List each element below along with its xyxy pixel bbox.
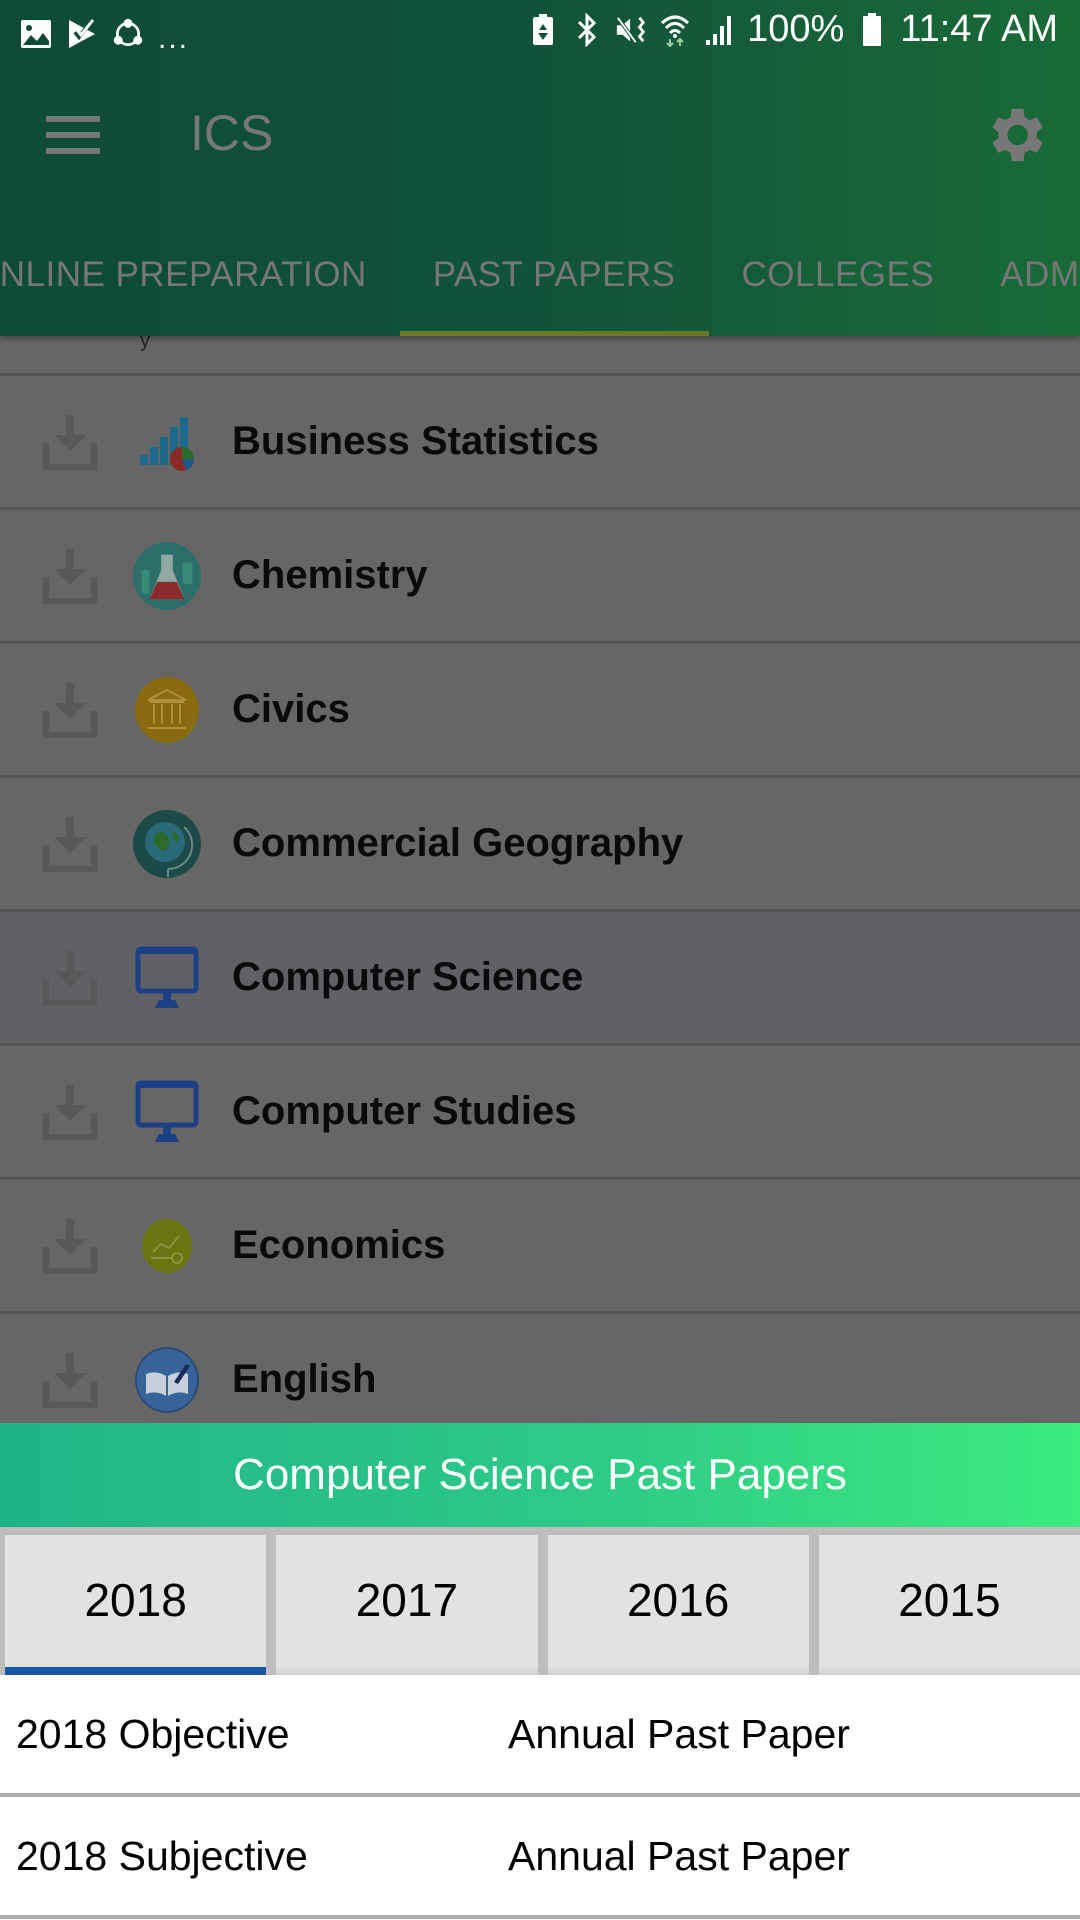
tab-label: PAST PAPERS: [432, 255, 676, 294]
status-bar: ... 100% 11:47 AM: [0, 0, 1080, 64]
sheet-title: Computer Science Past Papers: [0, 1423, 1080, 1527]
status-right-icons: 100% 11:47 AM: [527, 8, 1058, 51]
year-label: 2017: [355, 1574, 459, 1626]
list-item-economics[interactable]: Economics: [0, 1180, 1080, 1314]
list-item-computer-science[interactable]: Computer Science: [0, 912, 1080, 1046]
subject-label: English: [232, 1357, 377, 1401]
subject-label: Economics: [232, 1223, 446, 1267]
paper-row-objective[interactable]: 2018 Objective Annual Past Paper: [0, 1675, 1080, 1797]
status-left-icons: ...: [20, 12, 189, 56]
paper-name: 2018 Objective: [16, 1710, 290, 1757]
download-icon[interactable]: [42, 413, 98, 471]
download-icon[interactable]: [42, 1083, 98, 1141]
mute-vibrate-icon: [615, 12, 647, 48]
tab-label: ADMISSIONS: [1000, 255, 1080, 294]
download-icon[interactable]: [42, 681, 98, 739]
list-item-business-statistics[interactable]: Business Statistics: [0, 376, 1080, 510]
paper-name: 2018 Subjective: [16, 1832, 308, 1879]
year-tab-2018[interactable]: 2018: [5, 1535, 267, 1675]
paper-row-subjective[interactable]: 2018 Subjective Annual Past Paper: [0, 1797, 1080, 1919]
download-icon[interactable]: [42, 815, 98, 873]
subject-list[interactable]: y Business Statistics Chemistry Civics C…: [0, 330, 1080, 1448]
share-it-icon: [112, 16, 144, 52]
year-tab-2016[interactable]: 2016: [547, 1535, 810, 1675]
download-icon[interactable]: [42, 1351, 98, 1409]
download-icon[interactable]: [42, 949, 98, 1007]
globe-icon: [132, 809, 202, 879]
paper-type: Annual Past Paper: [508, 1832, 850, 1879]
download-icon[interactable]: [42, 1217, 98, 1275]
year-tab-2015[interactable]: 2015: [818, 1535, 1080, 1675]
bluetooth-icon: [571, 12, 603, 48]
economics-icon: [132, 1211, 202, 1281]
tab-colleges[interactable]: COLLEGES: [709, 214, 968, 336]
list-item-computer-studies[interactable]: Computer Studies: [0, 1046, 1080, 1180]
main-tabs: ONLINE PREPARATION PAST PAPERS COLLEGES …: [0, 214, 1080, 336]
battery-percent: 100%: [747, 8, 845, 50]
list-item-chemistry[interactable]: Chemistry: [0, 510, 1080, 644]
toolbar: ICS: [0, 64, 1080, 214]
tab-label: ONLINE PREPARATION: [0, 255, 367, 294]
monitor-icon: [132, 943, 202, 1013]
monitor-icon: [132, 1077, 202, 1147]
app-title: ICS: [190, 105, 274, 161]
subject-label: Computer Science: [232, 955, 584, 999]
year-tabs: 2018 2017 2016 2015: [0, 1527, 1080, 1675]
book-pen-icon: [132, 1345, 202, 1415]
gallery-icon: [20, 16, 52, 52]
more-notifications: ...: [158, 22, 190, 55]
wifi-icon: [659, 12, 691, 48]
government-building-icon: [132, 675, 202, 745]
subject-label: Commercial Geography: [232, 821, 684, 865]
bar-chart-icon: [132, 407, 202, 477]
clock: 11:47 AM: [900, 8, 1058, 50]
tab-label: COLLEGES: [741, 255, 935, 294]
subject-label: Chemistry: [232, 553, 428, 597]
year-label: 2016: [626, 1574, 730, 1626]
app-header: ... 100% 11:47 AM ICS ONLINE PREPARATION…: [0, 0, 1080, 336]
battery-saver-icon: [527, 12, 559, 48]
year-label: 2018: [84, 1574, 187, 1626]
subject-label: Civics: [232, 687, 350, 731]
tab-past-papers[interactable]: PAST PAPERS: [399, 214, 709, 336]
year-tab-2017[interactable]: 2017: [276, 1535, 538, 1675]
task-check-icon: [66, 16, 98, 52]
tab-online-preparation[interactable]: ONLINE PREPARATION: [0, 214, 400, 336]
list-item-commercial-geography[interactable]: Commercial Geography: [0, 778, 1080, 912]
year-label: 2015: [898, 1574, 1001, 1626]
flask-icon: [132, 541, 202, 611]
list-item-partial: y: [0, 330, 1080, 376]
tab-admissions[interactable]: ADMISSIONS: [967, 214, 1080, 336]
hamburger-menu-icon[interactable]: [46, 116, 100, 160]
gear-icon[interactable]: [980, 100, 1050, 170]
subject-label: Business Statistics: [232, 419, 599, 463]
past-papers-bottom-sheet: Computer Science Past Papers 2018 2017 2…: [0, 1423, 1080, 1920]
signal-icon: [703, 12, 735, 48]
download-icon[interactable]: [42, 547, 98, 605]
paper-type: Annual Past Paper: [508, 1710, 850, 1757]
battery-icon: [856, 12, 888, 48]
list-item-civics[interactable]: Civics: [0, 644, 1080, 778]
subject-label: Computer Studies: [232, 1089, 577, 1133]
